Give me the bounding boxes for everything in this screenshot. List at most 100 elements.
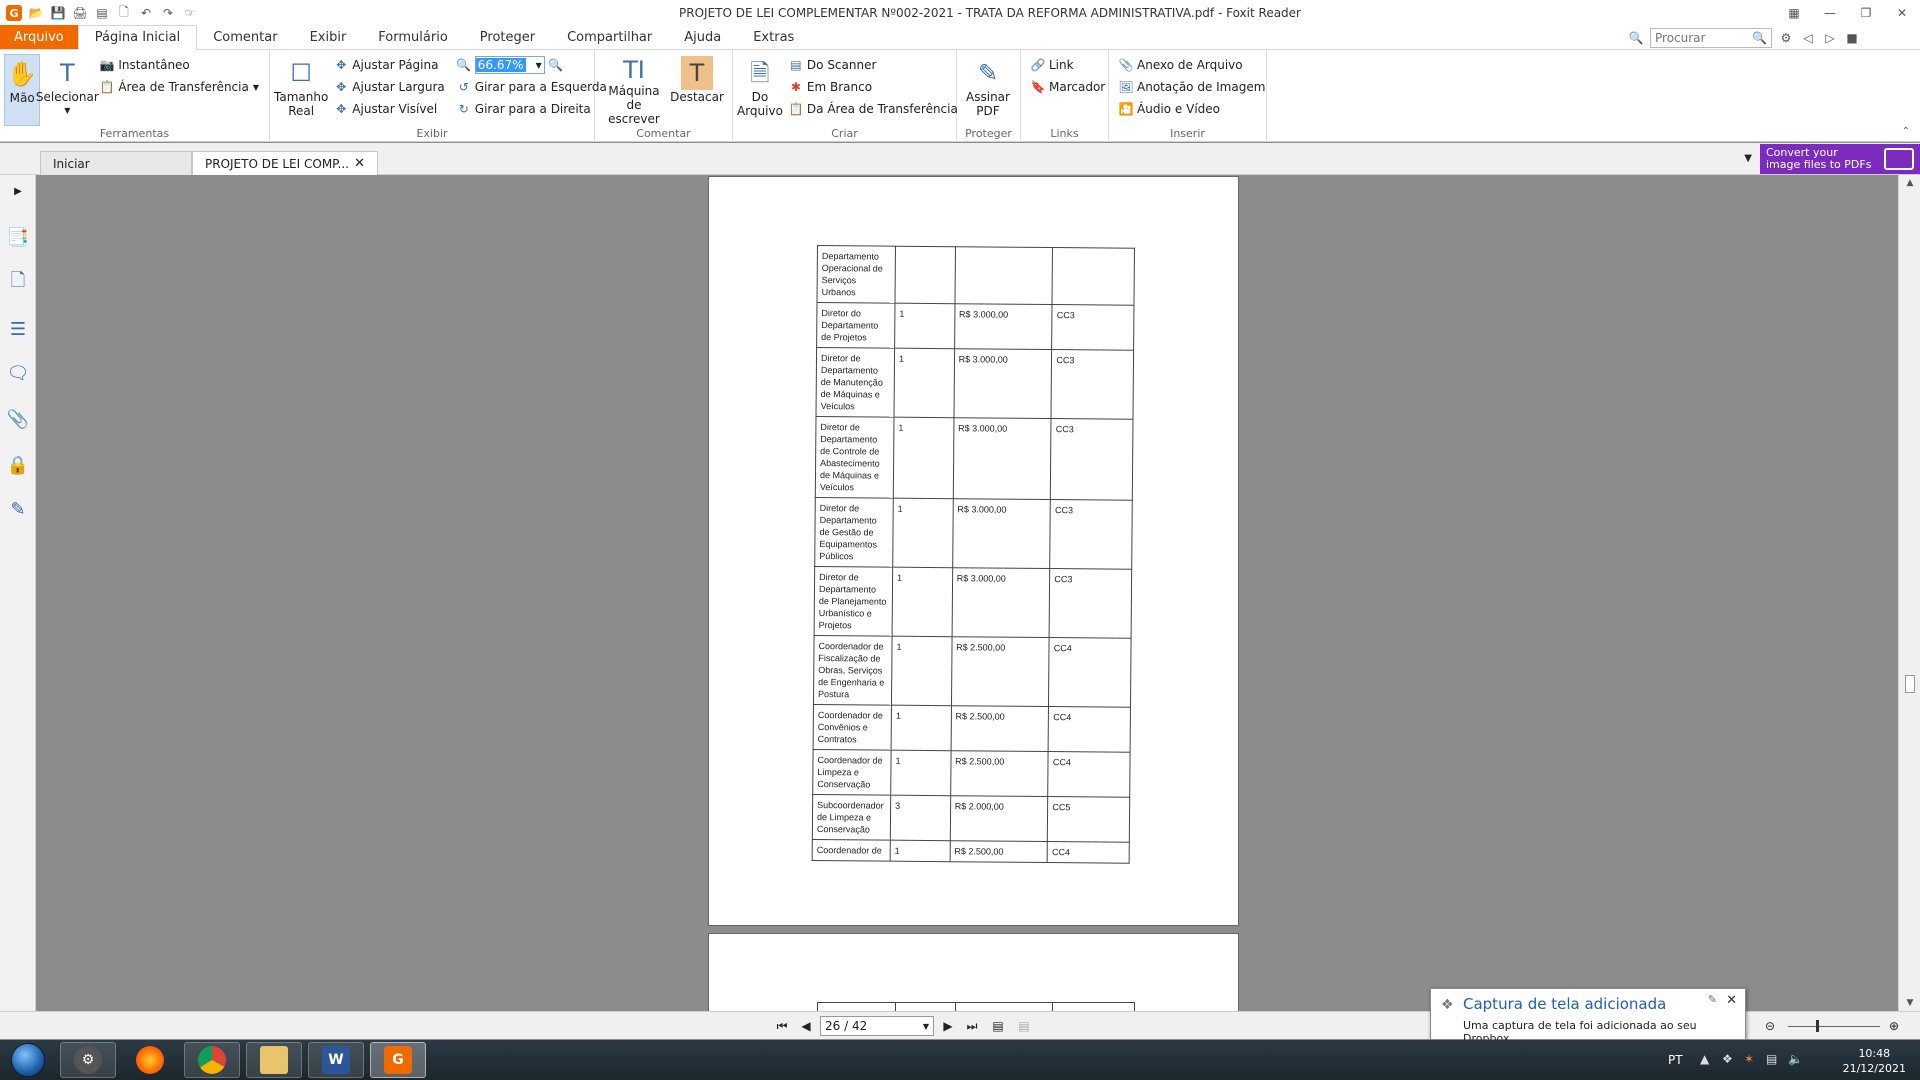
vertical-scrollbar[interactable]: ▲ ▼	[1898, 175, 1920, 1011]
new-doc-icon[interactable]: 🗋	[116, 5, 132, 21]
minimize-button[interactable]: —	[1812, 0, 1848, 26]
document-view[interactable]: Departamento Operacional de Serviços Urb…	[37, 175, 1898, 1011]
rotate-right-button[interactable]: ↻ Girar para a Direita	[457, 100, 607, 118]
taskbar-word[interactable]: W	[308, 1042, 364, 1078]
search-input[interactable]	[1655, 31, 1751, 45]
clipboard-button[interactable]: 📋 Área de Transferência ▼	[100, 78, 259, 96]
close-tab-icon[interactable]: ✕	[354, 156, 365, 171]
audio-video-button[interactable]: 🎦 Áudio e Vídeo	[1119, 100, 1265, 118]
from-scanner-button[interactable]: ▤ Do Scanner	[789, 56, 958, 74]
zoom-out-circle-icon[interactable]: ⊝	[1762, 1018, 1778, 1034]
zoom-slider[interactable]	[1788, 1026, 1880, 1027]
tab-formulario[interactable]: Formulário	[362, 25, 463, 49]
single-page-view-icon[interactable]: ▤	[990, 1018, 1006, 1034]
from-file-button[interactable]: 🗎 Do Arquivo	[737, 54, 783, 126]
scroll-up-icon[interactable]: ▲	[1899, 175, 1920, 191]
convert-ad-banner[interactable]: Convert your image files to PDFs	[1760, 144, 1920, 174]
clock[interactable]: 10:48 21/12/2021	[1843, 1046, 1906, 1076]
from-clipboard-button[interactable]: 📋 Da Área de Transferência	[788, 100, 957, 118]
hand-tool-button[interactable]: ✋ Mão	[4, 54, 41, 126]
typewriter-button[interactable]: TI Máquina de escrever	[599, 54, 669, 126]
taskbar-app-wheel[interactable]: ⚙	[60, 1042, 116, 1078]
taskbar-foxit[interactable]: G	[370, 1042, 426, 1078]
chevron-down-icon[interactable]: ▼	[923, 1022, 929, 1031]
tab-proteger[interactable]: Proteger	[464, 25, 551, 49]
user-icon[interactable]: ■	[1844, 30, 1860, 46]
show-hidden-icons-icon[interactable]: ▲	[1700, 1052, 1709, 1066]
tab-comentar[interactable]: Comentar	[197, 25, 293, 49]
pin-icon[interactable]: ✎	[1708, 993, 1717, 1006]
taskbar-explorer[interactable]	[246, 1042, 302, 1078]
dropbox-tray-icon[interactable]: ❖	[1722, 1052, 1733, 1066]
redo-icon[interactable]: ↷	[160, 5, 176, 21]
search-options-icon[interactable]: 🔍	[1628, 30, 1644, 46]
expand-panel-icon[interactable]: ▶	[6, 179, 30, 203]
fit-visible-button[interactable]: ✥ Ajustar Visível	[334, 100, 444, 118]
scroll-down-icon[interactable]: ▼	[1899, 995, 1920, 1011]
close-notification-icon[interactable]: ✕	[1726, 993, 1737, 1008]
lock-icon[interactable]: 🔒	[6, 453, 30, 477]
volume-icon[interactable]: 🔈	[1788, 1052, 1803, 1066]
scroll-thumb[interactable]	[1905, 675, 1915, 693]
settings-gear-icon[interactable]: ⚙	[1778, 30, 1794, 46]
fit-width-button[interactable]: ✥ Ajustar Largura	[334, 78, 445, 96]
taskbar-firefox[interactable]	[122, 1042, 178, 1078]
taskbar-chrome[interactable]	[184, 1042, 240, 1078]
layers-icon[interactable]: ☰	[6, 317, 30, 341]
tab-compartilhar[interactable]: Compartilhar	[551, 25, 668, 49]
tab-extras[interactable]: Extras	[737, 25, 810, 49]
tab-pagina-inicial[interactable]: Página Inicial	[77, 25, 198, 50]
ribbon-options-icon[interactable]: ▦	[1776, 0, 1812, 26]
actual-size-button[interactable]: ☐ Tamanho Real	[274, 54, 328, 126]
search-icon[interactable]: 🔍	[1752, 31, 1767, 45]
tab-list-chevron-icon[interactable]: ▼	[1744, 153, 1752, 164]
bookmark-button[interactable]: 🔖 Marcador	[1031, 78, 1106, 96]
undo-icon[interactable]: ↶	[138, 5, 154, 21]
language-indicator[interactable]: PT	[1668, 1053, 1683, 1067]
tab-ajuda[interactable]: Ajuda	[668, 25, 737, 49]
next-page-icon[interactable]: ▶	[940, 1018, 956, 1034]
attachments-icon[interactable]: 📎	[6, 407, 30, 431]
zoom-field[interactable]: 66.67% ▼	[474, 56, 545, 74]
snapshot-button[interactable]: 📷 Instantâneo	[100, 56, 259, 74]
scan-icon[interactable]: ▤	[94, 5, 110, 21]
page-number-field[interactable]: 26 / 42 ▼	[820, 1016, 934, 1036]
zoom-in-icon[interactable]: 🔍	[548, 58, 563, 72]
previous-page-icon[interactable]: ◀	[798, 1018, 814, 1034]
back-arrow-icon[interactable]: ◁	[1800, 30, 1816, 46]
rotate-left-button[interactable]: ↺ Girar para a Esquerda	[457, 78, 607, 96]
foxit-logo-icon[interactable]: G	[6, 5, 22, 21]
network-icon[interactable]: ▤	[1766, 1052, 1777, 1066]
avast-tray-icon[interactable]: ✶	[1744, 1052, 1754, 1066]
comments-icon[interactable]: 🗨	[6, 361, 30, 385]
print-icon[interactable]: 🖨	[72, 5, 88, 21]
restore-button[interactable]: ❐	[1848, 0, 1884, 26]
hand-dropdown-icon[interactable]: ☞	[182, 5, 198, 21]
chevron-down-icon[interactable]: ▼	[536, 61, 544, 70]
sign-pdf-button[interactable]: ✎ Assinar PDF	[961, 54, 1015, 126]
start-button[interactable]	[6, 1042, 50, 1078]
save-icon[interactable]: 💾	[50, 5, 66, 21]
image-annotation-button[interactable]: 🖼 Anotação de Imagem	[1118, 78, 1265, 96]
signature-icon[interactable]: ✎	[6, 497, 30, 521]
zoom-out-icon[interactable]: 🔍	[456, 58, 471, 72]
continuous-view-icon[interactable]: ▤	[1016, 1018, 1032, 1034]
link-button[interactable]: 🔗 Link	[1031, 56, 1105, 74]
blank-button[interactable]: ✱ Em Branco	[789, 78, 958, 96]
collapse-ribbon-icon[interactable]: ⌃	[1902, 126, 1910, 137]
last-page-icon[interactable]: ⏭	[964, 1018, 980, 1034]
close-button[interactable]: ✕	[1884, 0, 1920, 26]
highlight-button[interactable]: T Destacar	[669, 54, 725, 126]
zoom-slider-handle[interactable]	[1816, 1020, 1819, 1032]
tab-arquivo[interactable]: Arquivo	[0, 25, 78, 49]
pages-icon[interactable]: 🗋	[6, 270, 30, 295]
forward-arrow-icon[interactable]: ▷	[1822, 30, 1838, 46]
zoom-in-circle-icon[interactable]: ⊕	[1886, 1018, 1902, 1034]
tab-exibir[interactable]: Exibir	[294, 25, 363, 49]
tab-iniciar[interactable]: Iniciar	[40, 151, 192, 175]
first-page-icon[interactable]: ⏮	[774, 1018, 790, 1034]
file-attachment-button[interactable]: 📎 Anexo de Arquivo	[1119, 56, 1265, 74]
select-tool-button[interactable]: T Selecionar ▼	[36, 54, 99, 126]
open-folder-icon[interactable]: 📂	[28, 5, 44, 21]
dropbox-notification[interactable]: ❖ Captura de tela adicionada Uma captura…	[1430, 988, 1746, 1045]
